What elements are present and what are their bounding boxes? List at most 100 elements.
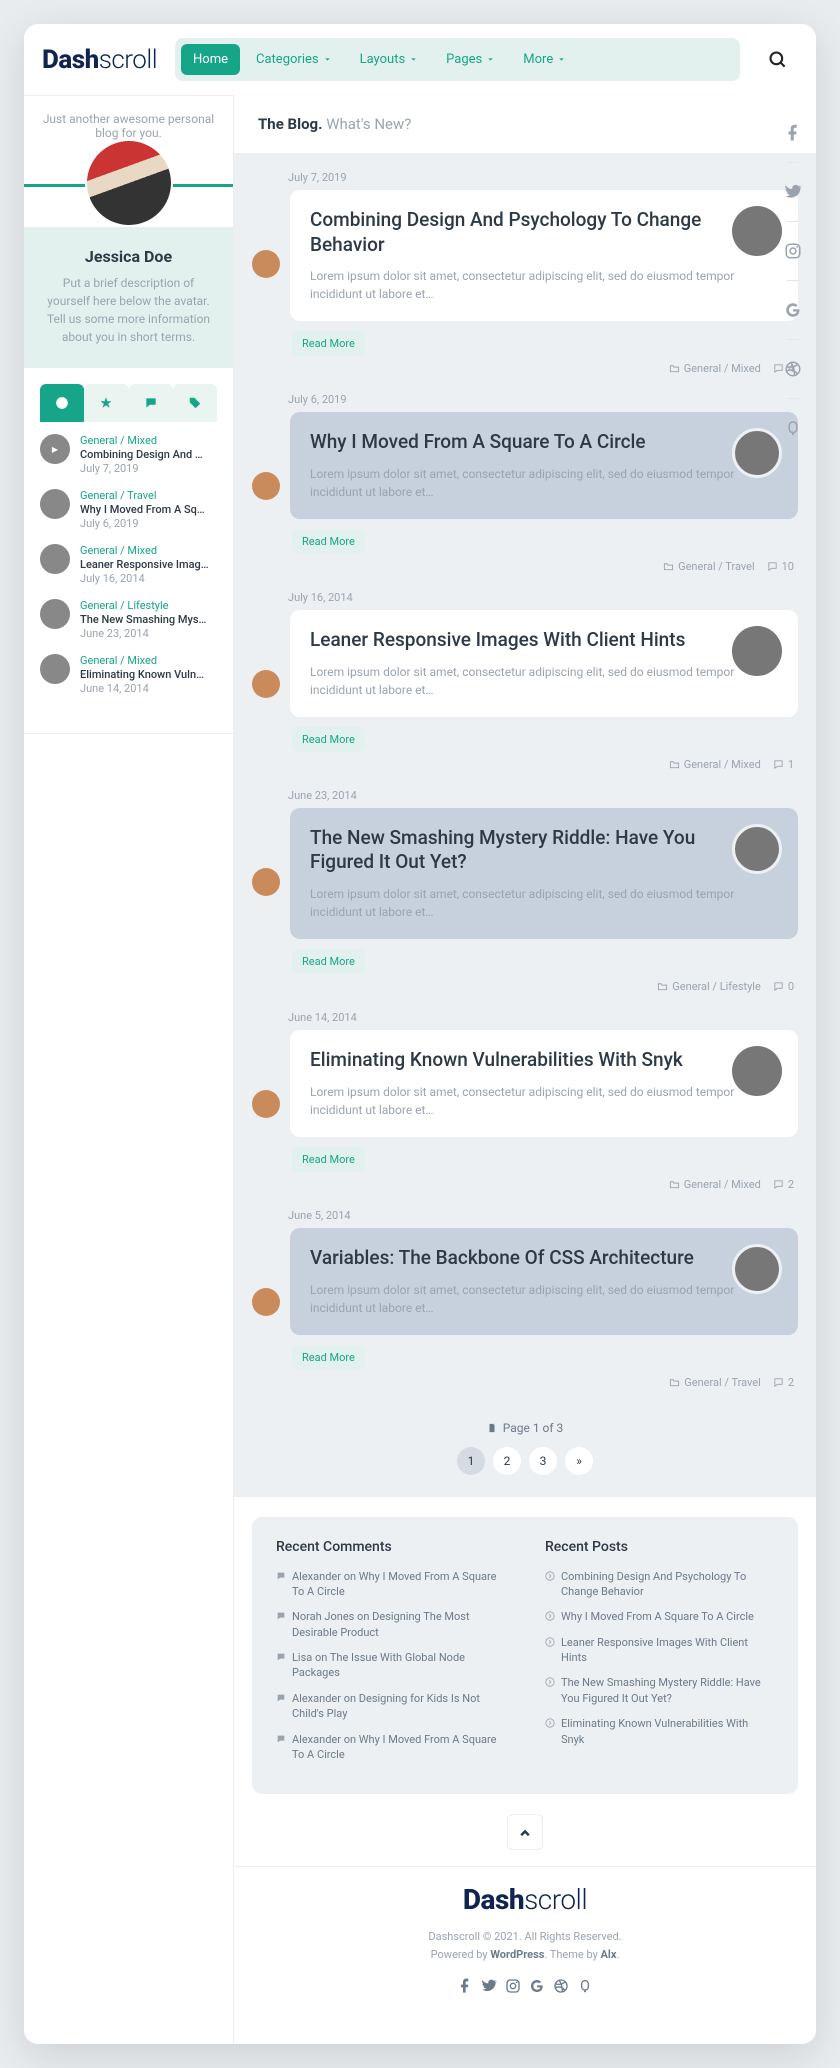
read-more-button[interactable]: Read More <box>292 727 365 752</box>
post-thumb <box>40 599 70 629</box>
post-category-meta[interactable]: General / Mixed <box>669 1178 761 1191</box>
read-more-button[interactable]: Read More <box>292 1147 365 1172</box>
pagination: Page 1 of 3 123» <box>252 1407 798 1479</box>
tagline: Just another awesome personal blog for y… <box>24 95 233 140</box>
tab-tags[interactable] <box>173 384 217 422</box>
recent-comment[interactable]: Lisa on The Issue With Global Node Packa… <box>276 1650 505 1681</box>
post-category-meta[interactable]: General / Mixed <box>669 758 761 771</box>
post-category-meta[interactable]: General / Travel <box>663 560 755 573</box>
sidebar-post[interactable]: General / Travel Why I Moved From A Sq… … <box>40 489 217 530</box>
sidebar-post[interactable]: General / Lifestyle The New Smashing Mys… <box>40 599 217 640</box>
tab-popular[interactable] <box>84 384 128 422</box>
author-avatar <box>252 670 280 698</box>
post-category: General / Mixed <box>80 544 209 557</box>
post-date: July 6, 2019 <box>288 393 798 406</box>
logo[interactable]: Dashscroll <box>42 45 157 75</box>
facebook-icon[interactable] <box>457 1978 473 1994</box>
nav-home[interactable]: Home <box>181 44 240 75</box>
post-title: Combining Design And Psychology To Chang… <box>310 208 778 257</box>
author-avatar <box>252 472 280 500</box>
post-comments-meta[interactable]: 2 <box>773 1178 794 1191</box>
post-card[interactable]: Combining Design And Psychology To Chang… <box>290 190 798 321</box>
recent-comment[interactable]: Alexander on Why I Moved From A Square T… <box>276 1732 505 1763</box>
sidebar-post[interactable]: General / Mixed Combining Design And … J… <box>40 434 217 475</box>
page-1[interactable]: 1 <box>457 1447 485 1475</box>
instagram-icon[interactable] <box>784 242 802 260</box>
recent-post[interactable]: Eliminating Known Vulnerabilities With S… <box>545 1716 774 1747</box>
post-excerpt: Lorem ipsum dolor sit amet, consectetur … <box>310 663 778 699</box>
post-comments-meta[interactable]: 10 <box>767 560 794 573</box>
post-date: June 14, 2014 <box>288 1011 798 1024</box>
clock-icon <box>55 396 69 410</box>
post-category-meta[interactable]: General / Mixed <box>669 362 761 375</box>
post-date: June 5, 2014 <box>288 1209 798 1222</box>
post-card[interactable]: Leaner Responsive Images With Client Hin… <box>290 610 798 717</box>
recent-comment[interactable]: Alexander on Why I Moved From A Square T… <box>276 1569 505 1600</box>
twitter-icon[interactable] <box>784 183 802 201</box>
read-more-button[interactable]: Read More <box>292 529 365 554</box>
instagram-icon[interactable] <box>505 1978 521 1994</box>
post-date: July 7, 2019 <box>80 462 203 475</box>
main-nav: HomeCategories Layouts Pages More <box>175 38 740 81</box>
footer-logo[interactable]: Dashscroll <box>234 1883 816 1916</box>
post-comments-meta[interactable]: 2 <box>773 1376 794 1389</box>
recent-comment[interactable]: Norah Jones on Designing The Most Desira… <box>276 1609 505 1640</box>
post-category-meta[interactable]: General / Lifestyle <box>657 980 761 993</box>
google-icon[interactable] <box>784 301 802 319</box>
back-to-top[interactable] <box>507 1814 543 1850</box>
folder-icon <box>669 1377 680 1388</box>
post-title: Variables: The Backbone Of CSS Architect… <box>310 1246 778 1271</box>
post-category: General / Mixed <box>80 654 204 667</box>
post-title: Leaner Responsive Images With Client Hin… <box>310 628 778 653</box>
comment-icon <box>276 1611 286 1621</box>
comment-icon <box>773 363 784 374</box>
misc-icon[interactable] <box>577 1978 593 1994</box>
page-3[interactable]: 3 <box>529 1447 557 1475</box>
post-thumb <box>40 654 70 684</box>
chevron-down-icon <box>323 55 332 64</box>
sidebar-tabs <box>24 368 233 422</box>
comment-icon <box>773 1377 784 1388</box>
tab-comments[interactable] <box>129 384 173 422</box>
sidebar-post-list: General / Mixed Combining Design And … J… <box>24 422 233 734</box>
footer-social <box>234 1978 816 1994</box>
post-comments-meta[interactable]: 0 <box>773 980 794 993</box>
facebook-icon[interactable] <box>784 124 802 142</box>
twitter-icon[interactable] <box>481 1978 497 1994</box>
nav-layouts[interactable]: Layouts <box>348 44 431 75</box>
nav-categories[interactable]: Categories <box>244 44 344 75</box>
recent-comment[interactable]: Alexander on Designing for Kids Is Not C… <box>276 1691 505 1722</box>
nav-pages[interactable]: Pages <box>434 44 507 75</box>
post-comments-meta[interactable]: 1 <box>773 758 794 771</box>
recent-post[interactable]: Why I Moved From A Square To A Circle <box>545 1609 774 1624</box>
folder-icon <box>669 759 680 770</box>
page-»[interactable]: » <box>565 1447 593 1475</box>
post-date: June 23, 2014 <box>288 789 798 802</box>
author-avatar <box>252 868 280 896</box>
recent-post[interactable]: Combining Design And Psychology To Chang… <box>545 1569 774 1600</box>
post-card[interactable]: Eliminating Known Vulnerabilities With S… <box>290 1030 798 1137</box>
post-card[interactable]: The New Smashing Mystery Riddle: Have Yo… <box>290 808 798 939</box>
post-card[interactable]: Variables: The Backbone Of CSS Architect… <box>290 1228 798 1335</box>
google-icon[interactable] <box>529 1978 545 1994</box>
post-card[interactable]: Why I Moved From A Square To A Circle Lo… <box>290 412 798 519</box>
post-category-meta[interactable]: General / Travel <box>669 1376 761 1389</box>
sidebar-post[interactable]: General / Mixed Leaner Responsive Imag… … <box>40 544 217 585</box>
dribbble-icon[interactable] <box>784 360 802 378</box>
page-2[interactable]: 2 <box>493 1447 521 1475</box>
post-thumb <box>732 626 782 676</box>
read-more-button[interactable]: Read More <box>292 949 365 974</box>
folder-icon <box>669 363 680 374</box>
tab-recent[interactable] <box>40 384 84 422</box>
search-button[interactable] <box>758 40 798 80</box>
read-more-button[interactable]: Read More <box>292 331 365 356</box>
read-more-button[interactable]: Read More <box>292 1345 365 1370</box>
nav-more[interactable]: More <box>511 44 578 75</box>
chevron-right-icon <box>545 1718 555 1728</box>
sidebar-post[interactable]: General / Mixed Eliminating Known Vuln… … <box>40 654 217 695</box>
recent-post[interactable]: Leaner Responsive Images With Client Hin… <box>545 1635 774 1666</box>
misc-icon[interactable] <box>784 419 802 437</box>
chevron-right-icon <box>545 1611 555 1621</box>
folder-icon <box>663 561 674 572</box>
dribbble-icon[interactable] <box>553 1978 569 1994</box>
